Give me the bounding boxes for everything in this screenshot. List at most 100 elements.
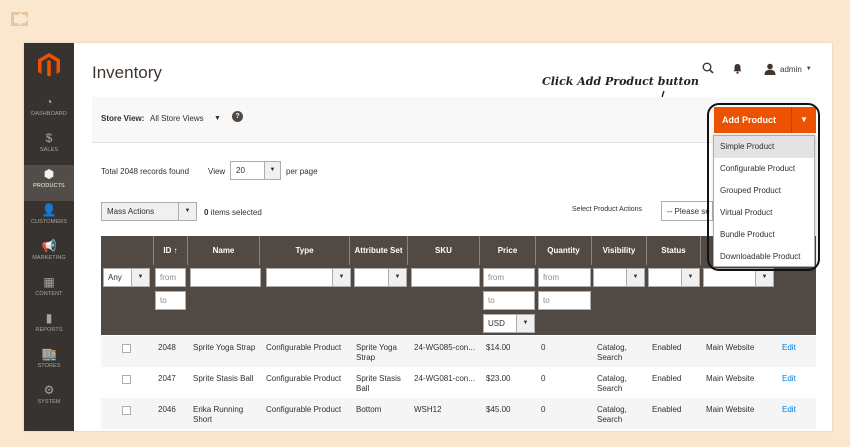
cell-website: Main Website [706, 405, 755, 414]
col-id[interactable]: ID ↑ [153, 236, 187, 265]
filter-price-to[interactable]: to [483, 291, 535, 310]
menu-item-downloadable-product[interactable]: Downloadable Product [714, 246, 814, 268]
caret-down-icon[interactable]: ▼ [755, 269, 773, 286]
row-checkbox[interactable] [122, 406, 131, 415]
sidebar-item-label: CUSTOMERS [31, 219, 67, 225]
cell-sku: 24-WG085-con... [414, 343, 475, 352]
col-visibility[interactable]: Visibility [591, 236, 646, 265]
layout-icon: ▦ [43, 275, 55, 289]
filter-type-select[interactable]: ▼ [266, 268, 351, 287]
cell-price: $14.00 [486, 343, 511, 352]
table-row[interactable]: 2046 Erika Running Short Configurable Prod… [101, 398, 816, 429]
col-name[interactable]: Name [187, 236, 259, 265]
caret-down-icon[interactable]: ▼ [516, 315, 534, 332]
magento-logo[interactable] [36, 51, 62, 79]
caret-down-icon[interactable]: ▼ [264, 162, 280, 179]
caret-down-icon[interactable]: ▼ [388, 269, 406, 286]
sidebar-item-marketing[interactable]: 📢 MARKETING [24, 237, 74, 273]
cube-icon: ⬢ [43, 167, 55, 181]
cell-edit-link[interactable]: Edit [782, 343, 812, 353]
col-sku[interactable]: SKU [407, 236, 479, 265]
filter-any-select[interactable]: Any ▼ [103, 268, 150, 287]
watermark-logo [11, 12, 28, 26]
admin-window: ◔ DASHBOARD $ SALES ⬢ PRODUCTS 👤 CUSTOMERS 📢 MARK… [24, 43, 832, 431]
add-product-dropdown-toggle[interactable]: ▼ [791, 107, 816, 133]
filter-any-value: Any [108, 273, 122, 282]
add-product-button[interactable]: Add Product [714, 107, 794, 133]
caret-down-icon[interactable]: ▼ [681, 269, 699, 286]
cell-website: Main Website [706, 343, 755, 352]
col-status[interactable]: Status [646, 236, 700, 265]
grid-filters: Any ▼ from to ▼ ▼ from to USD ▼ from to … [101, 265, 816, 335]
user-icon [764, 63, 776, 75]
menu-item-virtual-product[interactable]: Virtual Product [714, 202, 814, 224]
sidebar-item-dashboard[interactable]: ◔ DASHBOARD [24, 93, 74, 129]
select-product-actions-label: Select Product Actions [572, 206, 643, 213]
menu-item-simple-product[interactable]: Simple Product [714, 136, 814, 158]
filter-qty-from[interactable]: from [538, 268, 591, 287]
megaphone-icon: 📢 [41, 239, 57, 253]
cell-edit-link[interactable]: Edit [782, 405, 812, 415]
admin-sidebar: ◔ DASHBOARD $ SALES ⬢ PRODUCTS 👤 CUSTOMERS 📢 MARK… [24, 43, 74, 431]
menu-item-grouped-product[interactable]: Grouped Product [714, 180, 814, 202]
cell-name: Sprite Yoga Strap [193, 343, 256, 352]
mass-actions-select[interactable]: Mass Actions ▼ [101, 202, 197, 221]
table-row[interactable]: 2047 Sprite Stasis Ball Configurable Produ… [101, 367, 816, 398]
col-attribute-set[interactable]: Attribute Set [349, 236, 407, 265]
row-checkbox[interactable] [122, 375, 131, 384]
sidebar-item-sales[interactable]: $ SALES [24, 129, 74, 165]
cell-website: Main Website [706, 374, 755, 383]
filter-qty-to[interactable]: to [538, 291, 591, 310]
sidebar-item-system[interactable]: ⚙ SYSTEM [24, 381, 74, 417]
caret-down-icon[interactable]: ▼ [626, 269, 644, 286]
add-product-menu: Simple Product Configurable Product Grou… [713, 135, 815, 267]
sidebar-item-reports[interactable]: ▮ REPORTS [24, 309, 74, 345]
caret-down-icon[interactable]: ▼ [131, 269, 149, 286]
cell-name: Erika Running Short [193, 405, 244, 424]
col-price[interactable]: Price [479, 236, 535, 265]
table-row[interactable]: 2048 Sprite Yoga Strap Configurable Produc… [101, 336, 816, 367]
view-label: View [208, 167, 226, 176]
help-icon[interactable]: ? [232, 111, 243, 122]
gear-icon: ⚙ [43, 383, 55, 397]
select-product-actions[interactable]: -- Please se [661, 201, 713, 221]
filter-currency-select[interactable]: USD ▼ [483, 314, 535, 333]
sidebar-item-label: STORES [37, 363, 61, 369]
col-checkbox[interactable] [101, 236, 153, 265]
filter-websites-select[interactable]: ▼ [703, 268, 774, 287]
per-page-select[interactable]: 20 ▼ [230, 161, 281, 180]
row-checkbox[interactable] [122, 344, 131, 353]
col-type[interactable]: Type [259, 236, 349, 265]
cell-edit-link[interactable]: Edit [782, 374, 812, 384]
sidebar-item-label: MARKETING [32, 255, 66, 261]
menu-item-configurable-product[interactable]: Configurable Product [714, 158, 814, 180]
sidebar-item-customers[interactable]: 👤 CUSTOMERS [24, 201, 74, 237]
selected-label: items selected [210, 208, 262, 217]
caret-down-icon[interactable]: ▼ [178, 203, 196, 220]
filter-price-from[interactable]: from [483, 268, 535, 287]
cell-type: Configurable Product [266, 343, 342, 352]
store-view-select[interactable]: All Store Views [150, 114, 204, 123]
filter-sku-input[interactable] [411, 268, 480, 287]
sidebar-item-stores[interactable]: 🏬 STORES [24, 345, 74, 381]
user-menu[interactable]: admin ▼ [764, 63, 812, 75]
sidebar-item-content[interactable]: ▦ CONTENT [24, 273, 74, 309]
cell-status: Enabled [652, 343, 682, 352]
filter-status-select[interactable]: ▼ [648, 268, 700, 287]
cell-quantity: 0 [541, 343, 546, 352]
search-icon[interactable] [702, 62, 714, 74]
filter-id-from[interactable]: from [155, 268, 186, 287]
bell-icon[interactable] [732, 63, 743, 74]
filter-visibility-select[interactable]: ▼ [593, 268, 645, 287]
grid-header: ID ↑ Name Type Attribute Set SKU Price Q… [101, 236, 816, 265]
caret-down-icon[interactable]: ▼ [332, 269, 350, 286]
filter-attribute-set-select[interactable]: ▼ [354, 268, 407, 287]
sidebar-item-products[interactable]: ⬢ PRODUCTS [24, 165, 74, 201]
filter-name-input[interactable] [190, 268, 261, 287]
cell-price: $45.00 [486, 405, 511, 414]
sidebar-item-label: DASHBOARD [31, 111, 67, 117]
col-quantity[interactable]: Quantity [535, 236, 591, 265]
caret-down-icon[interactable]: ▼ [214, 115, 221, 122]
filter-id-to[interactable]: to [155, 291, 186, 310]
menu-item-bundle-product[interactable]: Bundle Product [714, 224, 814, 246]
